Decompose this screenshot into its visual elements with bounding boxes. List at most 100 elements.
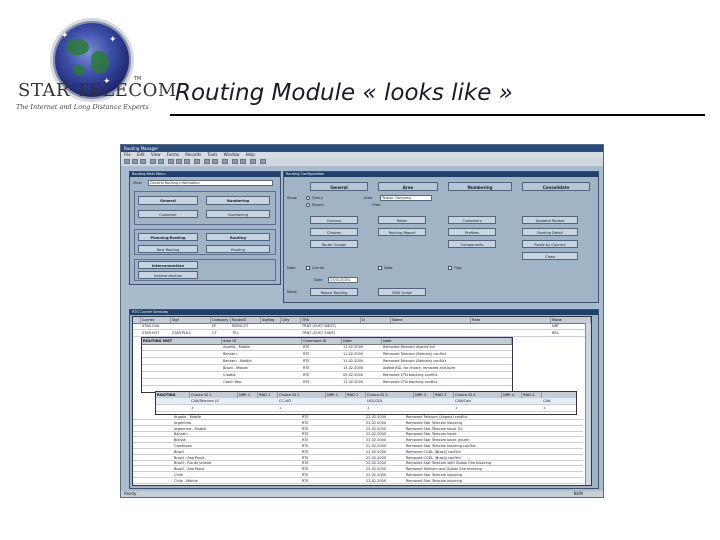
- customer-button[interactable]: Customer: [138, 210, 198, 218]
- toolbar-save-icon[interactable]: [140, 159, 146, 164]
- flag-checkbox[interactable]: [448, 266, 452, 270]
- route-by-country-button[interactable]: Route by Country: [522, 240, 578, 248]
- menu-help[interactable]: Help: [246, 152, 255, 157]
- report-routing-button[interactable]: Report Routing: [310, 288, 358, 296]
- table-row[interactable]: Croatia RTE 05.02.2000 Removed VTN blocking…: [142, 372, 512, 379]
- table-cell: RTE: [303, 345, 310, 349]
- table-row[interactable]: Bahrain - Mobile RTE 11.02.2000 Removed Tel…: [142, 358, 512, 365]
- carriers-button[interactable]: Carriers: [310, 216, 358, 224]
- area-select[interactable]: Telstar Company: [380, 195, 432, 201]
- menu-forms[interactable]: Forms: [167, 152, 179, 157]
- toolbar-undo-icon[interactable]: [194, 159, 200, 164]
- toolbar-open-icon[interactable]: [132, 159, 138, 164]
- planning-routing-button[interactable]: Planning/Routing: [138, 233, 198, 241]
- general-button[interactable]: General: [138, 196, 198, 205]
- window-title: Routing Main Menu: [130, 172, 280, 177]
- menu-view[interactable]: View: [151, 152, 161, 157]
- toolbar-help-icon[interactable]: [260, 159, 266, 164]
- cell-rnd-4: CAN: [543, 399, 551, 403]
- dms-script-button[interactable]: DMS Script: [378, 288, 426, 296]
- routing-detail-button[interactable]: Routing Detail: [522, 228, 578, 236]
- cell-category: EP: [212, 324, 217, 328]
- table-row[interactable]: Chile - Mobile RTE 22.02.2000 Removed Star …: [133, 478, 583, 484]
- toolbar-window-icon[interactable]: [250, 159, 256, 164]
- tab-consolidate[interactable]: Consolidate: [522, 182, 590, 191]
- flag-checkbox-label: Flag: [454, 266, 462, 270]
- updated-routes-button[interactable]: Updated Routes: [522, 216, 578, 224]
- prefixes-button[interactable]: Prefixes: [448, 228, 496, 236]
- table-row[interactable]: STAR.HOT STAR.PLUS CT TRL TRNT (CUST SAN…: [133, 330, 591, 337]
- toolbar-preview-icon[interactable]: [158, 159, 164, 164]
- table-cell: Removed Star Telecom blocking: [406, 478, 462, 483]
- view-select[interactable]: General Routing Information: [148, 180, 273, 186]
- toolbar-new-record-icon[interactable]: [232, 159, 238, 164]
- toolbar-copy-icon[interactable]: [176, 159, 182, 164]
- table-cell: 05.02.2000: [343, 373, 364, 377]
- cell-choice-2: CC-VAT: [279, 399, 292, 403]
- routing-sub-button[interactable]: Routing: [206, 245, 270, 253]
- numbering-sub-button[interactable]: Numbering: [206, 210, 270, 218]
- cell-choice-3: US/CGDL: [367, 399, 383, 403]
- table-row[interactable]: Bahrain RTE 11.02.2000 Removed Telecom (Bah…: [142, 351, 512, 358]
- table-row[interactable]: Brazil - Mobile RTE 15.02.2000 Added BGL fo…: [142, 365, 512, 372]
- carrier-checkbox-label: Carrier: [312, 266, 325, 270]
- star-telecom-logo: ✦ ✦ ✦ TM STAR TELECOM The Internet and L…: [10, 18, 176, 113]
- interconnection-sub-button[interactable]: Interconnection: [138, 271, 198, 279]
- menu-window[interactable]: Window: [224, 152, 240, 157]
- logo-tagline: The Internet and Long Distance Experts: [16, 103, 149, 111]
- toolbar-cut-icon[interactable]: [168, 159, 174, 164]
- table-row[interactable]: Algeria - Mobile RTE 11.02.2000 Removed Tel…: [142, 344, 512, 351]
- menu-records[interactable]: Records: [185, 152, 201, 157]
- app-window: Routing Manager File Edit View Forms Rec…: [120, 144, 604, 498]
- cell-choice-1: CAN/Telecom (S: [191, 399, 219, 403]
- date-label: Date: [314, 278, 323, 282]
- vertical-scrollbar[interactable]: [585, 323, 591, 485]
- toolbar-print-icon[interactable]: [150, 159, 156, 164]
- customers-button[interactable]: Customers: [448, 216, 496, 224]
- route-groups-button[interactable]: Route Groups: [310, 240, 358, 248]
- table-row[interactable]: STAR.OVA EP NORS-OT TRNT (CUST WEST) NRT: [133, 323, 591, 330]
- close-button[interactable]: Close: [522, 252, 578, 260]
- table-row[interactable]: CAN/Telecom (S CC-VAT US/CGDL CAN/Cals C…: [156, 398, 576, 405]
- cell-routeid: NORS-OT: [232, 324, 249, 328]
- menu-tools[interactable]: Tools: [207, 152, 217, 157]
- table-cell: 15.02.2000: [343, 366, 364, 370]
- tab-general[interactable]: General: [310, 182, 368, 191]
- tab-area[interactable]: Area: [378, 182, 438, 191]
- table-cell: Added BGL for choice, removed and bore: [383, 366, 456, 370]
- toolbar-sort-icon[interactable]: [204, 159, 210, 164]
- tab-numbering[interactable]: Numbering: [448, 182, 512, 191]
- routing-configuration-window: Routing Configuration General Area Numbe…: [283, 171, 599, 303]
- table-cell: RTE: [303, 380, 310, 384]
- table-cell: RTE: [303, 373, 310, 377]
- toolbar-delete-icon[interactable]: [240, 159, 246, 164]
- carrier-checkbox[interactable]: [306, 266, 310, 270]
- table-row[interactable]: Czech Rep. RTE 11.02.2000 Removed VTN block…: [142, 379, 512, 386]
- carrier-services-grid: Carrier Sigf Category RouteID Sigflag Ql…: [132, 316, 592, 486]
- numbering-button[interactable]: Numbering: [206, 196, 270, 205]
- rates-button[interactable]: Rates: [378, 216, 426, 224]
- routing-report-button[interactable]: Routing Report: [378, 228, 426, 236]
- toolbar-filter-icon[interactable]: [212, 159, 218, 164]
- menu-edit[interactable]: Edit: [137, 152, 145, 157]
- table-row[interactable]: 1 1 1 1 1: [156, 405, 576, 412]
- toolbar-new-icon[interactable]: [124, 159, 130, 164]
- status-num: NUM: [573, 491, 583, 496]
- table-cell: Chile - Mobile: [174, 478, 198, 483]
- date-field[interactable]: 23/01/2001: [328, 277, 358, 283]
- new-routing-button[interactable]: New Routing: [138, 245, 198, 253]
- toolbar-find-icon[interactable]: [222, 159, 228, 164]
- logo-brand: STAR TELECOM: [18, 80, 177, 101]
- note-checkbox[interactable]: [378, 266, 382, 270]
- table-cell: Bahrain: [223, 352, 237, 356]
- components-button[interactable]: Components: [448, 240, 496, 248]
- window-title: RTG Carrier Services: [130, 310, 598, 315]
- toolbar-paste-icon[interactable]: [184, 159, 190, 164]
- interconnection-button[interactable]: Interconnection: [138, 261, 198, 269]
- report-radio[interactable]: [306, 203, 310, 207]
- menu-file[interactable]: File: [124, 152, 131, 157]
- choices-button[interactable]: Choices: [310, 228, 358, 236]
- routing-button[interactable]: Routing: [206, 233, 270, 241]
- query-radio[interactable]: [306, 196, 310, 200]
- routing-choice-grid: ROUTING Choice ID 1 NRR 1 RND 1 Choice I…: [155, 391, 577, 415]
